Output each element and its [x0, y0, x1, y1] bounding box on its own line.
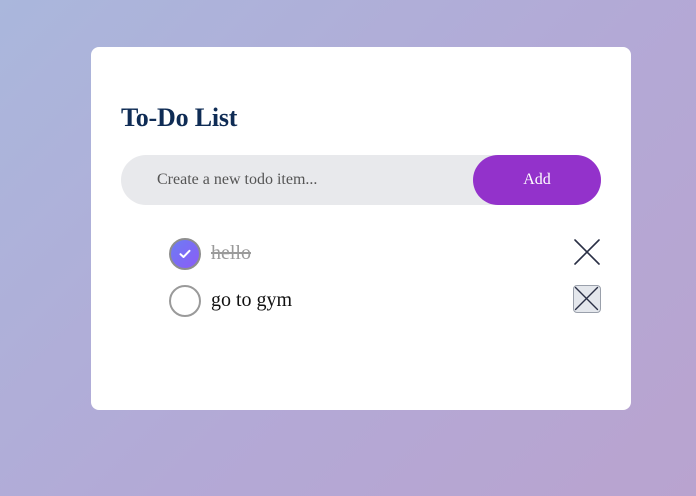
check-icon — [179, 249, 191, 258]
todo-text: go to gym — [211, 289, 293, 311]
add-button[interactable]: Add — [473, 155, 601, 205]
todo-card: To-Do List Add hello go to gym — [91, 47, 631, 410]
todo-list: hello go to gym — [169, 235, 601, 329]
todo-item: go to gym — [169, 282, 601, 329]
todo-item: hello — [169, 235, 601, 282]
close-icon — [574, 286, 599, 311]
todo-checkbox-checked[interactable] — [169, 238, 201, 270]
todo-checkbox[interactable] — [169, 285, 201, 317]
page-title: To-Do List — [121, 103, 238, 132]
new-todo-input[interactable] — [121, 155, 481, 205]
delete-button[interactable] — [573, 238, 601, 266]
close-icon — [574, 239, 600, 265]
new-todo-form: Add — [121, 155, 601, 205]
delete-button[interactable] — [573, 285, 601, 313]
todo-text: hello — [211, 242, 251, 264]
